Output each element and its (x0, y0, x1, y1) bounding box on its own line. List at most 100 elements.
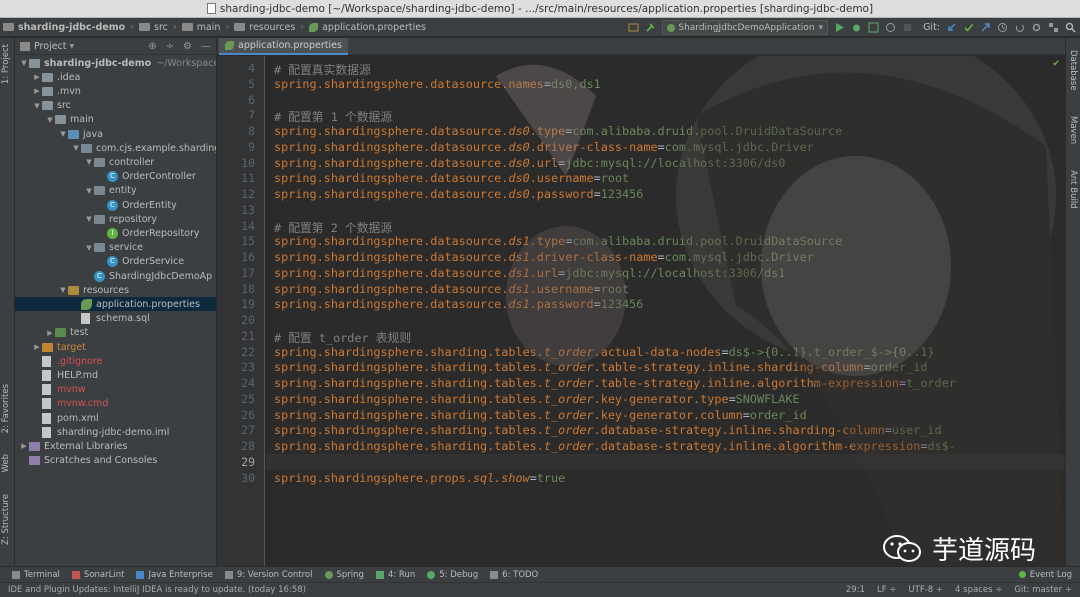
code-line[interactable]: spring.shardingsphere.sharding.tables.t_… (274, 423, 942, 437)
code-line[interactable]: spring.shardingsphere.datasource.names=d… (274, 77, 601, 91)
tree-item[interactable]: application.properties (15, 297, 216, 312)
line-number[interactable]: 27 (217, 423, 255, 437)
code-line[interactable]: spring.shardingsphere.datasource.ds0.dri… (274, 140, 814, 154)
tool-tab-java-enterprise[interactable]: Java Enterprise (136, 570, 213, 580)
collapse-icon[interactable]: ÷ (166, 41, 174, 52)
line-number[interactable]: 11 (217, 171, 255, 185)
line-number[interactable]: 15 (217, 234, 255, 248)
code-line[interactable]: # 配置第 2 个数据源 (274, 219, 392, 236)
tool-tab-version-control[interactable]: 9: Version Control (224, 570, 313, 580)
status-message[interactable]: IDE and Plugin Updates: IntelliJ IDEA is… (0, 585, 306, 595)
code-line[interactable]: spring.shardingsphere.datasource.ds1.dri… (274, 250, 814, 264)
line-number[interactable]: 20 (217, 313, 255, 327)
tree-item[interactable]: ▶ External Libraries (15, 439, 216, 453)
tree-item[interactable]: ▼ resources (15, 283, 216, 297)
line-number[interactable]: 12 (217, 187, 255, 201)
tree-item[interactable]: Scratches and Consoles (15, 454, 216, 468)
line-number[interactable]: 25 (217, 392, 255, 406)
collapsed-arrow-icon[interactable]: ▶ (32, 343, 42, 351)
line-number[interactable]: 24 (217, 376, 255, 390)
tree-item[interactable]: ▼ main (15, 113, 216, 127)
window-icon[interactable] (628, 22, 639, 33)
tree-item[interactable]: ▶ target (15, 340, 216, 354)
tree-item[interactable]: ▶ test (15, 326, 216, 340)
caret-position[interactable]: 29:1 (846, 585, 865, 595)
rollback-icon[interactable] (1014, 22, 1025, 33)
chevron-down-icon[interactable]: ▾ (70, 41, 75, 52)
gear-icon[interactable]: ⚙ (183, 41, 192, 52)
tree-item[interactable]: C OrderService (15, 255, 216, 269)
line-number[interactable]: 13 (217, 203, 255, 217)
code-line[interactable]: spring.shardingsphere.datasource.ds0.url… (274, 156, 785, 170)
line-number[interactable]: 6 (217, 93, 255, 107)
code-line[interactable]: # 配置 t_order 表规则 (274, 329, 411, 346)
expanded-arrow-icon[interactable]: ▼ (84, 215, 94, 223)
line-number[interactable]: 30 (217, 471, 255, 485)
line-number[interactable]: 9 (217, 140, 255, 154)
tree-item[interactable]: mvnw (15, 383, 216, 397)
code-line[interactable]: spring.shardingsphere.datasource.ds1.typ… (274, 234, 842, 248)
line-number[interactable]: 28 (217, 439, 255, 453)
expanded-arrow-icon[interactable]: ▼ (84, 244, 94, 252)
tree-item[interactable]: C OrderController (15, 170, 216, 184)
code-line[interactable]: spring.shardingsphere.datasource.ds0.use… (274, 171, 629, 185)
line-number[interactable]: 5 (217, 77, 255, 91)
line-number[interactable]: 19 (217, 297, 255, 311)
run-configuration-select[interactable]: ShardingJdbcDemoApplication ▾ (662, 20, 829, 35)
line-number[interactable]: 8 (217, 124, 255, 138)
tree-item[interactable]: ▼ java (15, 127, 216, 141)
line-number[interactable]: 18 (217, 282, 255, 296)
code-line[interactable]: spring.shardingsphere.sharding.tables.t_… (274, 345, 935, 359)
structure-tool-tab[interactable]: Z: Structure (1, 494, 11, 545)
tree-item[interactable]: C OrderEntity (15, 198, 216, 212)
history-icon[interactable] (997, 22, 1008, 33)
git-push-icon[interactable] (980, 22, 991, 33)
debug-icon[interactable] (851, 22, 862, 33)
breadcrumb-project[interactable]: sharding-jdbc-demo (0, 22, 128, 33)
tree-item[interactable]: C ShardingJdbcDemoAp (15, 269, 216, 283)
breadcrumb-main[interactable]: main (179, 22, 224, 33)
structure-icon[interactable] (1048, 22, 1059, 33)
tree-item[interactable]: .gitignore (15, 354, 216, 368)
expanded-arrow-icon[interactable]: ▼ (19, 59, 29, 67)
expanded-arrow-icon[interactable]: ▼ (58, 286, 68, 294)
line-number[interactable]: 17 (217, 266, 255, 280)
tree-item[interactable]: ▶ .idea (15, 70, 216, 84)
tool-tab-debug[interactable]: 5: Debug (427, 570, 478, 580)
tree-item[interactable]: ▼ service (15, 241, 216, 255)
code-line[interactable]: spring.shardingsphere.datasource.ds1.url… (274, 266, 785, 280)
editor-tab-application-properties[interactable]: application.properties (219, 38, 348, 55)
database-tool-tab[interactable]: Database (1068, 50, 1078, 91)
breadcrumb-file[interactable]: application.properties (306, 22, 429, 33)
run-icon[interactable] (834, 22, 845, 33)
line-number[interactable]: 21 (217, 329, 255, 343)
line-separator[interactable]: LF ÷ (877, 585, 896, 595)
tree-item[interactable]: I OrderRepository (15, 226, 216, 240)
tree-item[interactable]: ▼ sharding-jdbc-demo ~/Workspace/s (15, 56, 216, 70)
code-line[interactable]: spring.shardingsphere.datasource.ds1.use… (274, 282, 629, 296)
git-update-icon[interactable] (946, 22, 957, 33)
line-number[interactable]: 23 (217, 360, 255, 374)
tree-item[interactable]: ▼ entity (15, 184, 216, 198)
collapsed-arrow-icon[interactable]: ▶ (32, 87, 42, 95)
breadcrumb-src[interactable]: src (136, 22, 171, 33)
coverage-icon[interactable] (868, 22, 879, 33)
code-line[interactable]: spring.shardingsphere.sharding.tables.t_… (274, 392, 800, 406)
code-line[interactable]: spring.shardingsphere.datasource.ds1.pas… (274, 297, 643, 311)
line-number[interactable]: 16 (217, 250, 255, 264)
tree-item[interactable]: HELP.md (15, 368, 216, 382)
inspection-ok-icon[interactable]: ✔ (1052, 59, 1060, 69)
git-branch[interactable]: Git: master ÷ (1014, 585, 1072, 595)
code-line[interactable]: spring.shardingsphere.sharding.tables.t_… (274, 360, 927, 374)
indent-setting[interactable]: 4 spaces ÷ (955, 585, 1002, 595)
collapsed-arrow-icon[interactable]: ▶ (19, 442, 29, 450)
code-line[interactable]: spring.shardingsphere.sharding.tables.t_… (274, 408, 807, 422)
project-tool-tab[interactable]: 1: Project (1, 44, 11, 84)
code-line[interactable]: spring.shardingsphere.props.sql.show=tru… (274, 471, 565, 485)
tree-item[interactable]: mvnw.cmd (15, 397, 216, 411)
line-number[interactable]: 4 (217, 61, 255, 75)
code-line[interactable]: # 配置真实数据源 (274, 61, 371, 78)
code-editor[interactable]: # 配置真实数据源 spring.shardingsphere.datasourc… (266, 56, 1065, 566)
tool-tab-todo[interactable]: 6: TODO (490, 570, 538, 580)
code-line[interactable]: spring.shardingsphere.datasource.ds0.typ… (274, 124, 842, 138)
